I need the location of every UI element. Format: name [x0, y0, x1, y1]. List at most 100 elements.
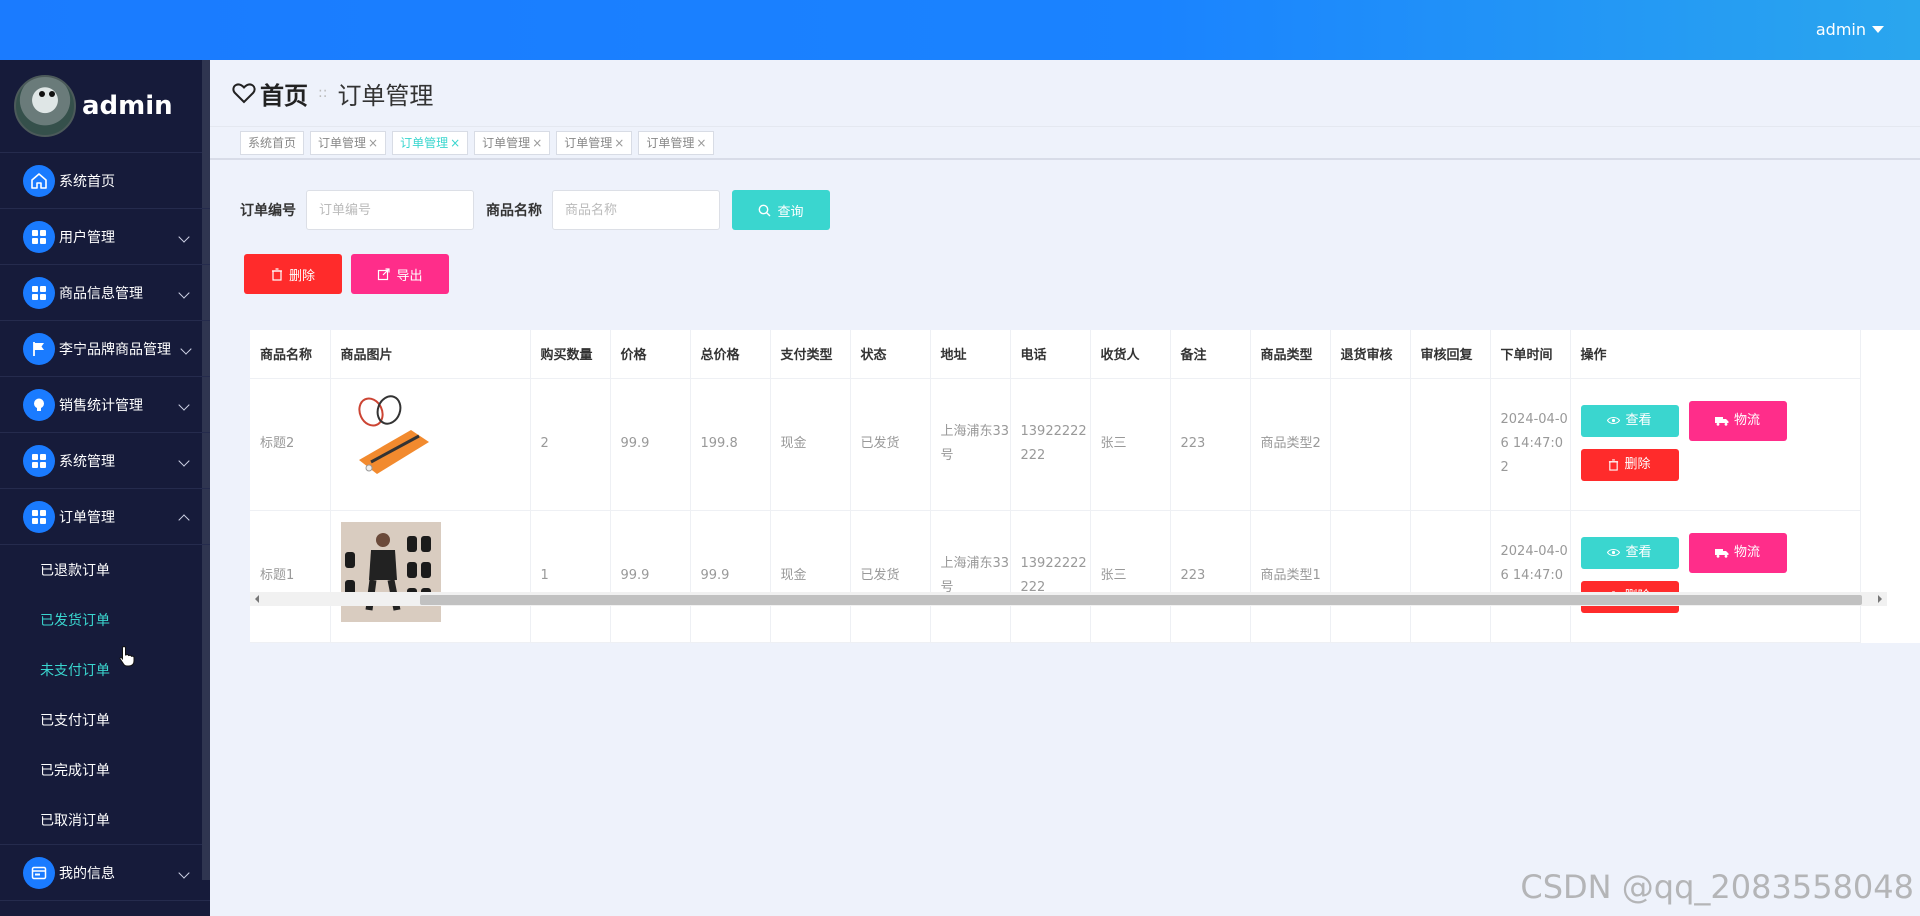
order-number-input[interactable] — [306, 190, 474, 230]
column-header: 商品图片 — [330, 330, 531, 379]
cell-type: 商品类型2 — [1250, 378, 1331, 511]
user-name: admin — [1815, 20, 1866, 39]
logistics-button-label: 物流 — [1733, 544, 1760, 560]
query-button[interactable]: 查询 — [732, 190, 830, 230]
caret-down-icon — [1872, 26, 1884, 33]
cell-phone: 13922222222 — [1010, 378, 1091, 511]
close-icon[interactable]: × — [450, 136, 460, 150]
sidebar-item-products[interactable]: 商品信息管理 — [0, 265, 210, 321]
cell-phone: 13922222222 — [1010, 510, 1091, 643]
close-icon[interactable]: × — [614, 136, 624, 150]
tag-orders-active[interactable]: 订单管理 × — [392, 130, 469, 155]
sidebar-item-home[interactable]: 系统首页 — [0, 153, 210, 209]
sidebar-item-system[interactable]: 系统管理 — [0, 433, 210, 489]
logistics-button[interactable]: 物流 — [1688, 400, 1787, 441]
sidebar-subitem-shipped[interactable]: 已发货订单 — [0, 595, 210, 645]
tag-home[interactable]: 系统首页 — [240, 130, 305, 155]
cell-total: 199.8 — [690, 378, 771, 511]
chevron-down-icon — [180, 343, 192, 355]
table-horizontal-scrollbar[interactable] — [250, 592, 1887, 606]
cell-name: 标题1 — [250, 510, 331, 643]
search-icon — [759, 204, 771, 216]
column-header: 购买数量 — [530, 330, 611, 379]
query-button-label: 查询 — [777, 204, 804, 220]
product-name-input[interactable] — [552, 190, 720, 230]
chevron-down-icon — [178, 867, 190, 879]
cell-receiver: 张三 — [1090, 378, 1171, 511]
search-form: 订单编号 商品名称 查询 — [240, 190, 830, 230]
export-button-label: 导出 — [396, 268, 423, 284]
close-icon[interactable]: × — [532, 136, 542, 150]
tag-orders[interactable]: 订单管理 × — [474, 130, 551, 155]
cell-operations: 查看 物流 删除 — [1570, 510, 1861, 643]
delete-button[interactable]: 删除 — [244, 254, 342, 294]
column-header: 收货人 — [1090, 330, 1171, 379]
column-header: 地址 — [930, 330, 1011, 379]
top-bar: admin — [0, 0, 1920, 60]
subitem-label: 未支付订单 — [40, 663, 110, 679]
close-icon[interactable]: × — [368, 136, 378, 150]
toolbar: 删除 导出 — [244, 254, 449, 294]
sidebar-item-label: 我的信息 — [59, 865, 115, 882]
view-button[interactable]: 查看 — [1580, 404, 1679, 437]
tag-label: 订单管理 — [564, 136, 613, 150]
cell-qty: 1 — [530, 510, 611, 643]
sidebar-item-label: 系统管理 — [59, 453, 115, 470]
cell-image — [330, 510, 531, 643]
grid-icon — [23, 276, 55, 309]
table-row: 标题2 2 99.9 199.8 现金 已发货 上海浦东33号 13922222… — [250, 378, 1861, 511]
sidebar-subitem-unpaid[interactable]: 未支付订单 — [0, 645, 210, 695]
sidebar-item-users[interactable]: 用户管理 — [0, 209, 210, 265]
sidebar-item-orders[interactable]: 订单管理 — [0, 489, 210, 545]
chevron-up-icon — [178, 514, 190, 526]
view-button-label: 查看 — [1625, 544, 1652, 560]
tag-orders[interactable]: 订单管理 × — [556, 130, 633, 155]
cell-return-review — [1330, 510, 1411, 643]
cell-status: 已发货 — [850, 378, 931, 511]
cell-time: 2024-04-06 14:47:02 — [1490, 510, 1571, 643]
eye-icon — [1607, 416, 1621, 425]
cell-status: 已发货 — [850, 510, 931, 643]
row-delete-button[interactable]: 删除 — [1580, 448, 1679, 481]
cell-pay: 现金 — [770, 510, 851, 643]
sidebar-subitem-refunded[interactable]: 已退款订单 — [0, 545, 210, 595]
cell-review-reply — [1410, 510, 1491, 643]
truck-icon — [1714, 416, 1729, 426]
scroll-left-icon[interactable] — [255, 595, 259, 603]
sidebar-item-sales[interactable]: 销售统计管理 — [0, 377, 210, 433]
tag-label: 系统首页 — [248, 136, 297, 150]
sidebar-item-label: 用户管理 — [59, 229, 115, 246]
scrollbar-thumb[interactable] — [420, 595, 1862, 605]
cell-qty: 2 — [530, 378, 611, 511]
cell-name: 标题2 — [250, 378, 331, 511]
breadcrumb-home[interactable]: 首页 — [232, 76, 308, 111]
sidebar-subitem-completed[interactable]: 已完成订单 — [0, 745, 210, 795]
close-icon[interactable]: × — [696, 136, 706, 150]
sidebar-item-brand[interactable]: 李宁品牌商品管理 — [0, 321, 210, 377]
scroll-right-icon[interactable] — [1878, 595, 1882, 603]
product-name-label: 商品名称 — [486, 203, 542, 219]
sidebar-item-label: 李宁品牌商品管理 — [59, 341, 171, 358]
tag-orders[interactable]: 订单管理 × — [638, 130, 715, 155]
cell-address: 上海浦东33号 — [930, 378, 1011, 511]
column-header: 商品名称 — [250, 330, 331, 379]
logistics-button[interactable]: 物流 — [1688, 532, 1787, 573]
column-header: 价格 — [610, 330, 691, 379]
sidebar-item-my-info[interactable]: 我的信息 — [0, 845, 210, 901]
logistics-button-label: 物流 — [1733, 412, 1760, 428]
export-button[interactable]: 导出 — [351, 254, 449, 294]
cell-operations: 查看 物流 删除 — [1570, 378, 1861, 511]
column-header: 商品类型 — [1250, 330, 1331, 379]
cell-address: 上海浦东33号 — [930, 510, 1011, 643]
cell-type: 商品类型1 — [1250, 510, 1331, 643]
cell-return-review — [1330, 378, 1411, 511]
column-header: 备注 — [1170, 330, 1251, 379]
profile: admin — [0, 60, 210, 153]
tag-orders[interactable]: 订单管理 × — [310, 130, 387, 155]
sidebar-subitem-cancelled[interactable]: 已取消订单 — [0, 795, 210, 845]
chevron-down-icon — [178, 287, 190, 299]
view-button[interactable]: 查看 — [1580, 536, 1679, 569]
sidebar-item-label: 商品信息管理 — [59, 285, 143, 302]
sidebar-subitem-paid[interactable]: 已支付订单 — [0, 695, 210, 745]
user-menu[interactable]: admin — [1816, 20, 1884, 39]
